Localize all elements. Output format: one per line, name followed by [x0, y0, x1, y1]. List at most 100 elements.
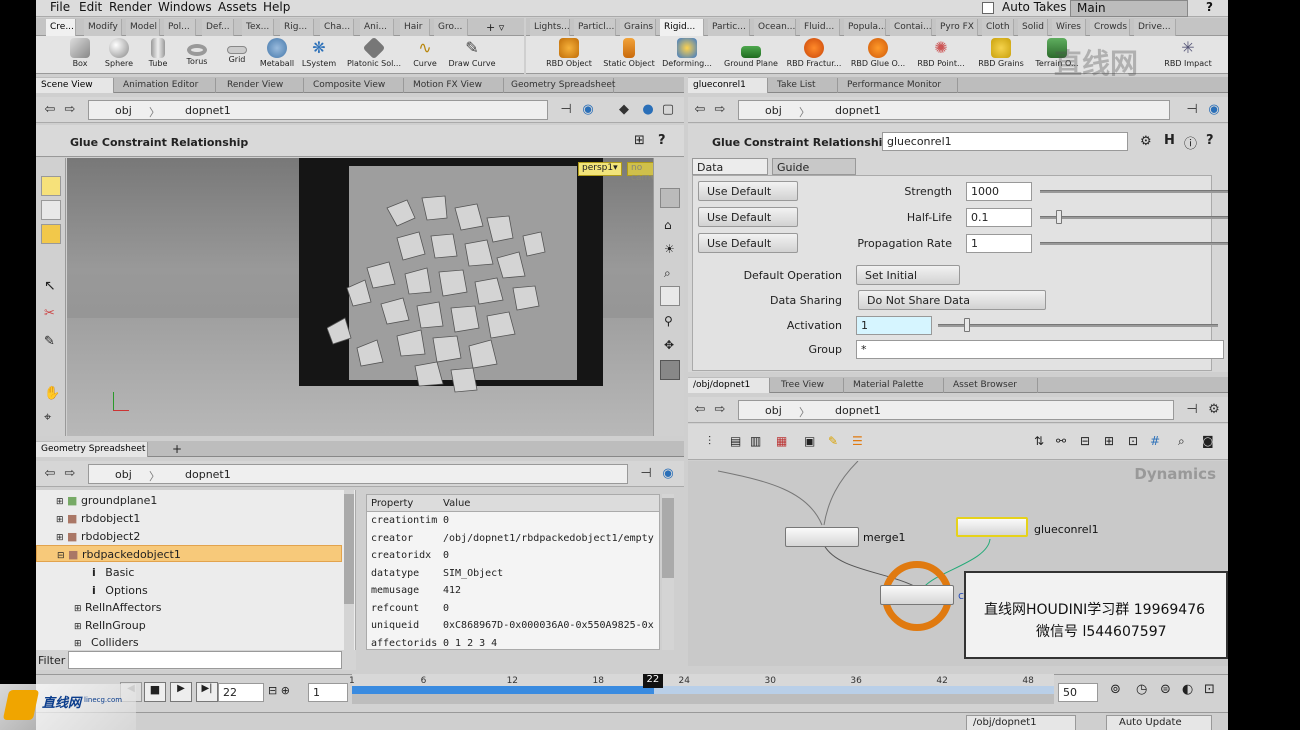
tree-item-relinaffectors[interactable]: ⊞ RelInAffectors [36, 599, 342, 616]
settings-icon[interactable]: ⊡ [1204, 682, 1215, 697]
range-bar[interactable] [352, 694, 1054, 704]
stop-icon[interactable]: ■ [144, 682, 166, 702]
net-forward-icon[interactable]: ⇨ [712, 402, 728, 418]
shelf-tab-cloth[interactable]: Cloth [982, 19, 1014, 36]
shelf-tab-ocean[interactable]: Ocean... [754, 19, 796, 36]
shelf-tab-rigid[interactable]: Rigid... [660, 19, 704, 36]
tool-rbd-point[interactable]: ✺ RBD Point... [914, 38, 968, 72]
cube-icon[interactable]: ◆ [616, 102, 632, 118]
key-icon[interactable]: ⊜ [1160, 682, 1171, 697]
snap-icon[interactable] [660, 286, 680, 306]
back-icon[interactable]: ⇦ [42, 102, 58, 118]
3d-viewport[interactable]: persp1▾ no cam▾ [67, 158, 659, 436]
shelf-tab-model[interactable]: Model [126, 19, 160, 36]
add-tab-icon[interactable]: + [172, 442, 182, 456]
help-icon[interactable]: ? [1206, 0, 1213, 14]
propagation-field[interactable]: 1 [966, 234, 1032, 253]
paint-tool-icon[interactable]: ✎ [44, 334, 55, 349]
data-sharing-menu[interactable]: Do Not Share Data [858, 290, 1046, 310]
grid-snap-icon[interactable]: # [1150, 434, 1160, 448]
sheet-pin-icon[interactable]: ⊣ [638, 466, 654, 482]
tool-rbd-object[interactable]: RBD Object [542, 38, 596, 72]
frame-marker[interactable]: 22 [642, 674, 663, 688]
view-tool-icon[interactable]: ⌖ [44, 410, 51, 425]
realtime-icon[interactable]: ◷ [1136, 682, 1147, 697]
menu-file[interactable]: File [50, 0, 70, 14]
net-back-icon[interactable]: ⇦ [692, 402, 708, 418]
sound-icon[interactable]: ◐ [1182, 682, 1193, 697]
tool-rbd-grains[interactable]: RBD Grains [974, 38, 1028, 72]
prop-use-default[interactable]: Use Default [698, 233, 798, 253]
tab-performance-monitor[interactable]: Performance Monitor [842, 78, 958, 93]
color-icon[interactable]: ▦ [776, 434, 787, 448]
connect-icon[interactable]: ⚯ [1056, 434, 1066, 448]
tool-draw-curve[interactable]: ✎ Draw Curve [446, 38, 498, 72]
status-path[interactable]: /obj/dopnet1 [966, 715, 1076, 730]
strength-slider[interactable] [1040, 190, 1228, 193]
tab-take-list[interactable]: Take List [772, 78, 838, 93]
shelf-tab-crowds[interactable]: Crowds [1090, 19, 1130, 36]
sheet-link-icon[interactable]: ◉ [660, 466, 676, 482]
current-frame-field[interactable]: 22 [218, 683, 264, 702]
tool-rbd-impact[interactable]: ✳ RBD Impact [1160, 38, 1216, 72]
gear-icon[interactable]: ⚙ [1140, 134, 1152, 149]
shelf-tab-wires[interactable]: Wires [1052, 19, 1086, 36]
shelf-tab-container[interactable]: Contai... [890, 19, 932, 36]
tab-tree-view[interactable]: Tree View [776, 378, 844, 393]
shelf-tab-solid[interactable]: Solid [1018, 19, 1048, 36]
viewport-help-icon[interactable]: ? [658, 133, 666, 148]
link-icon[interactable]: ◉ [580, 102, 596, 118]
shelf-tab-lights[interactable]: Lights... [530, 19, 570, 36]
frame-icon[interactable]: ▢ [660, 102, 676, 118]
menu-edit[interactable]: Edit [79, 0, 102, 14]
layout3-icon[interactable]: ⊡ [1128, 434, 1138, 448]
sheet-path-field[interactable]: obj 〉 dopnet1 [88, 464, 628, 484]
menu-windows[interactable]: Windows [158, 0, 212, 14]
param-help-icon[interactable]: ? [1206, 133, 1214, 148]
layout-icon[interactable]: ⊟ [1080, 434, 1090, 448]
render-icon[interactable] [660, 360, 680, 380]
group-field[interactable]: * [856, 340, 1224, 359]
shelf-tab-modify[interactable]: Modify [84, 19, 122, 36]
timeline-track[interactable] [352, 686, 1054, 694]
activation-slider[interactable] [938, 324, 1218, 327]
param-link-icon[interactable]: ◉ [1206, 102, 1222, 118]
tree-item-groundplane1[interactable]: ⊞ ■ groundplane1 [36, 492, 342, 509]
sheet-forward-icon[interactable]: ⇨ [62, 466, 78, 482]
move-tool-icon[interactable] [41, 200, 61, 220]
pin-icon[interactable]: ⊣ [558, 102, 574, 118]
tab-animation-editor[interactable]: Animation Editor [118, 78, 216, 93]
activation-field[interactable]: 1 [856, 316, 932, 335]
tree-scrollbar[interactable] [344, 490, 354, 650]
shelf-tab-particles[interactable]: Particl... [574, 19, 616, 36]
filter-input[interactable] [68, 651, 342, 669]
halflife-slider[interactable] [1040, 216, 1228, 219]
tool-platonic[interactable]: Platonic Sol... [346, 36, 402, 72]
halflife-use-default[interactable]: Use Default [698, 207, 798, 227]
tab-obj-dopnet1[interactable]: /obj/dopnet1 [688, 378, 770, 393]
propagation-slider[interactable] [1040, 242, 1228, 245]
param-forward-icon[interactable]: ⇨ [712, 102, 728, 118]
handle-tool-icon[interactable] [41, 224, 61, 244]
shelf-tab-create[interactable]: Cre... [46, 19, 76, 36]
network-path-field[interactable]: obj 〉 dopnet1 [738, 400, 1174, 420]
list-icon[interactable]: ▤ [730, 434, 741, 448]
camera-icon[interactable]: ● [640, 102, 656, 118]
shelf-tab-fluid[interactable]: Fluid... [800, 19, 840, 36]
pose-tool-icon[interactable]: ✋ [44, 386, 60, 401]
tree-item-colliders[interactable]: ⊞ Colliders [36, 634, 342, 651]
forward-icon[interactable]: ⇨ [62, 102, 78, 118]
frame-stepper[interactable]: ⊟ ⊕ [268, 684, 290, 697]
select-tool-icon[interactable] [41, 176, 61, 196]
grid-view-icon[interactable]: ▥ [750, 434, 761, 448]
menu-assets[interactable]: Assets [218, 0, 257, 14]
lock-icon[interactable]: ⌂ [664, 218, 672, 232]
tab-material-palette[interactable]: Material Palette [848, 378, 944, 393]
info-icon[interactable]: ⓘ [1184, 133, 1197, 152]
persp-menu[interactable]: persp1▾ [578, 162, 622, 176]
tree-item-rbdobject1[interactable]: ⊞ ■ rbdobject1 [36, 510, 342, 527]
shelf-tab-groom[interactable]: Gro... [434, 19, 468, 36]
tab-composite-view[interactable]: Composite View [308, 78, 404, 93]
display-icon[interactable] [660, 188, 680, 208]
shelf-tab-rigging[interactable]: Rig... [280, 19, 314, 36]
